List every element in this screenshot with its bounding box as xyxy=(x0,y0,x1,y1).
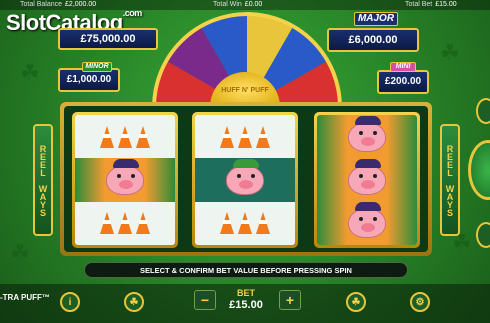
game-title: -TRA PUFF™ xyxy=(0,293,50,302)
clover-icon: ☘ xyxy=(351,296,361,308)
reel-2 xyxy=(192,112,298,248)
clover-decoration: ☘ xyxy=(440,40,460,65)
cones-symbol xyxy=(195,115,295,158)
info-button[interactable]: i xyxy=(60,292,80,312)
win-display: Total Win £0.00 xyxy=(213,1,263,8)
pig-symbol xyxy=(317,158,417,202)
pig-symbol xyxy=(317,115,417,159)
pig-symbol xyxy=(75,158,175,202)
clover-menu-button[interactable]: ☘ xyxy=(124,292,144,312)
bet-increase-button[interactable]: + xyxy=(279,290,301,310)
info-icon: i xyxy=(68,296,72,308)
plus-icon: + xyxy=(285,292,295,308)
cones-symbol xyxy=(75,115,175,158)
mini-jackpot: £200.00 xyxy=(377,70,429,94)
reel-ways-left-label: REEL WAYS xyxy=(33,124,53,236)
bet-amount: £15.00 xyxy=(229,299,263,311)
paytable-button[interactable]: ☘ xyxy=(346,292,366,312)
bet-display: Total Bet £15.00 xyxy=(405,1,457,8)
cones-symbol xyxy=(75,202,175,245)
grand-jackpot: £75,000.00 xyxy=(58,28,158,50)
top-status-bar: Total Balance £2,000.00 Total Win £0.00 To… xyxy=(0,0,490,10)
reel-1 xyxy=(72,112,178,248)
cones-symbol xyxy=(195,202,295,245)
turbo-button[interactable] xyxy=(476,222,490,248)
pig-symbol xyxy=(317,201,417,245)
balance-display: Total Balance £2,000.00 xyxy=(20,1,97,8)
bet-value: £15.00 xyxy=(435,1,457,8)
balance-value: £2,000.00 xyxy=(65,1,97,8)
bet-decrease-button[interactable]: − xyxy=(194,290,216,310)
autoplay-button[interactable] xyxy=(476,98,490,124)
minus-icon: − xyxy=(200,292,210,308)
pig-symbol xyxy=(195,158,295,202)
clover-icon: ☘ xyxy=(129,296,139,308)
reel-ways-right-label: REEL WAYS xyxy=(440,124,460,236)
major-jackpot: £6,000.00 xyxy=(327,28,419,52)
major-jackpot-label: MAJOR xyxy=(354,12,398,26)
minor-jackpot-label: MINOR xyxy=(82,62,112,72)
instruction-message: SELECT & CONFIRM BET VALUE BEFORE PRESSI… xyxy=(84,262,408,278)
settings-button[interactable]: ⚙ xyxy=(410,292,430,312)
bet-label: BET xyxy=(237,288,255,298)
reel-3 xyxy=(314,112,420,248)
mini-jackpot-label: MINI xyxy=(390,62,416,72)
clover-decoration: ☘ xyxy=(20,60,40,85)
gear-icon: ⚙ xyxy=(415,296,425,308)
clover-decoration: ☘ xyxy=(10,240,30,265)
win-value: £0.00 xyxy=(244,1,263,8)
